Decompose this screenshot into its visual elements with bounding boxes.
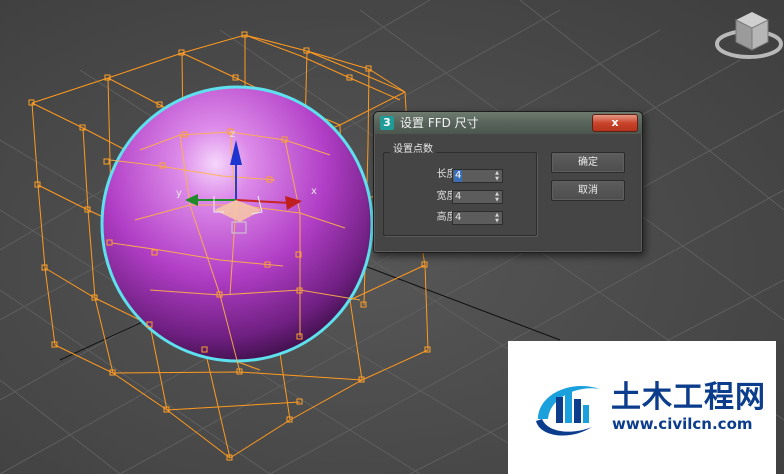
axis-label-z: z <box>230 129 235 140</box>
spinner-arrows-icon[interactable]: ▲ ▼ <box>494 191 500 203</box>
spinner-arrows-icon[interactable]: ▲ ▼ <box>494 170 500 182</box>
ok-button[interactable]: 确定 <box>551 152 625 173</box>
dialog-title: 设置 FFD 尺寸 <box>400 116 479 130</box>
close-button[interactable]: x <box>592 114 638 132</box>
watermark-site-name: 土木工程网 <box>611 380 766 415</box>
axis-label-y: y <box>176 188 182 199</box>
set-ffd-size-dialog[interactable]: 3 设置 FFD 尺寸 x 设置点数 长度: 4 ▲ ▼ 宽度: 4 ▲ ▼ 高度:… <box>373 111 643 253</box>
height-value[interactable]: 4 <box>455 212 461 224</box>
cancel-button[interactable]: 取消 <box>551 180 625 201</box>
view-cube-icon[interactable] <box>714 4 784 68</box>
group-label: 设置点数 <box>390 144 436 156</box>
width-value[interactable]: 4 <box>455 191 461 203</box>
length-spinner[interactable]: 4 ▲ ▼ <box>452 169 503 183</box>
axis-label-x: x <box>311 186 317 197</box>
watermark-url: www.civilcn.com <box>612 415 753 433</box>
civilcn-logo-icon <box>536 385 600 436</box>
watermark: 土木工程网 www.civilcn.com <box>508 341 776 474</box>
width-spinner[interactable]: 4 ▲ ▼ <box>452 190 503 204</box>
dialog-titlebar[interactable]: 3 设置 FFD 尺寸 x <box>374 112 642 134</box>
dialog-body: 设置点数 长度: 4 ▲ ▼ 宽度: 4 ▲ ▼ 高度: 4 ▲ ▼ 确定 取消 <box>376 134 638 249</box>
spinner-arrows-icon[interactable]: ▲ ▼ <box>494 212 500 224</box>
3dsmax-app-icon: 3 <box>380 116 394 130</box>
length-value[interactable]: 4 <box>454 170 463 182</box>
height-spinner[interactable]: 4 ▲ ▼ <box>452 211 503 225</box>
